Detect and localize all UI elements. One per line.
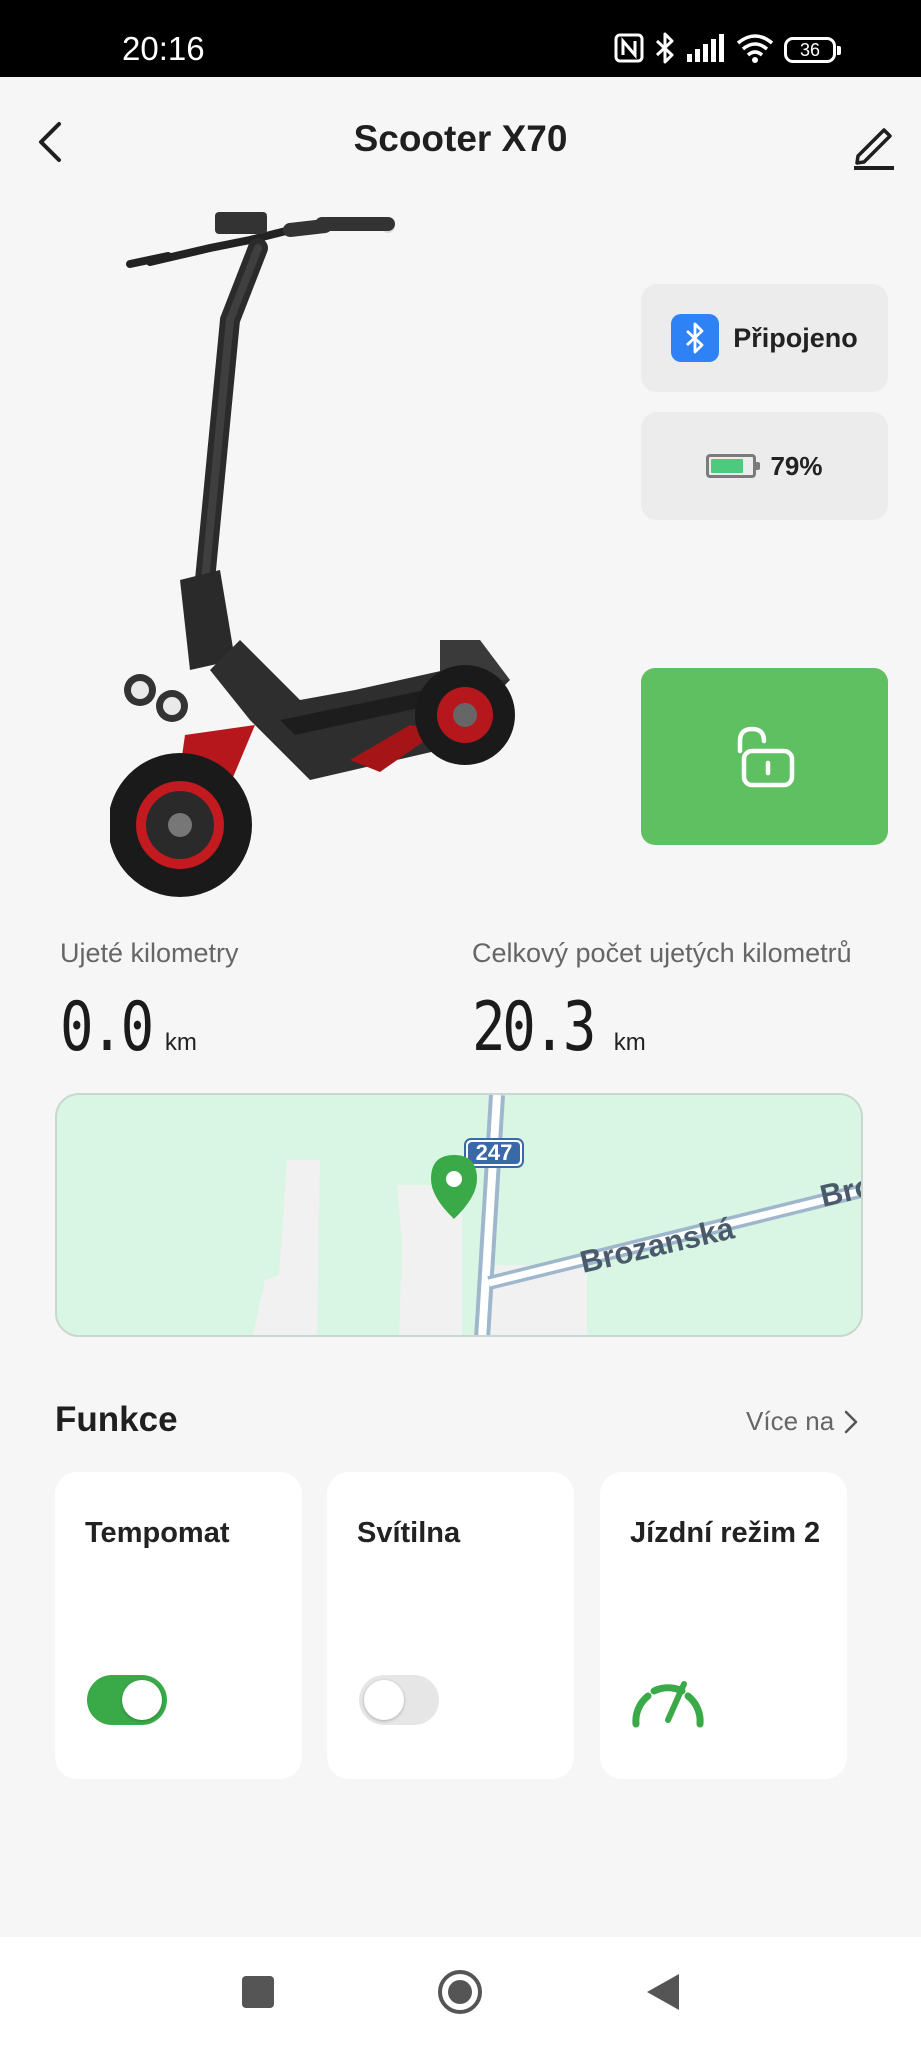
features-title: Funkce xyxy=(55,1400,178,1439)
status-time: 20:16 xyxy=(122,30,205,67)
total-distance-value: 20.3 xyxy=(472,988,596,1067)
pencil-icon xyxy=(854,128,894,170)
toggle-knob xyxy=(364,1680,404,1720)
cruise-control-toggle[interactable] xyxy=(87,1675,167,1725)
connection-status-label: Připojeno xyxy=(733,322,858,353)
battery-status-icon: 36 xyxy=(784,37,841,63)
scooter-image xyxy=(108,200,550,900)
map-canvas: 247 Brozanská Bro xyxy=(57,1095,861,1335)
feature-card-cruise-control[interactable]: Tempomat xyxy=(55,1472,302,1779)
feature-name: Svítilna xyxy=(357,1517,461,1549)
back-button[interactable] xyxy=(26,116,74,168)
back-nav-button[interactable] xyxy=(628,1957,698,2027)
total-distance-unit: km xyxy=(613,1029,646,1056)
bluetooth-status-icon xyxy=(654,32,676,69)
status-icons: 36 xyxy=(614,30,841,70)
speedometer-icon xyxy=(632,1681,704,1728)
feature-card-ride-mode[interactable]: Jízdní režim 2 xyxy=(600,1472,847,1779)
bluetooth-icon xyxy=(671,314,720,362)
system-nav-bar xyxy=(0,1937,921,2048)
battery-status-level: 36 xyxy=(799,39,821,60)
triangle-back-icon xyxy=(647,1974,679,2010)
page-title: Scooter X70 xyxy=(353,118,568,159)
status-bar: 20:16 36 xyxy=(0,0,921,77)
unlock-icon xyxy=(737,726,794,787)
battery-card: 79% xyxy=(641,412,888,520)
light-toggle[interactable] xyxy=(359,1675,439,1725)
wifi-icon xyxy=(736,33,774,68)
trip-distance-value: 0.0 xyxy=(60,988,154,1067)
battery-fill xyxy=(711,459,744,473)
unlock-button[interactable] xyxy=(641,668,888,845)
home-button[interactable] xyxy=(425,1957,495,2027)
circle-icon xyxy=(438,1970,482,2014)
square-icon xyxy=(242,1976,274,2008)
battery-percent: 79% xyxy=(770,450,823,481)
chevron-left-icon xyxy=(39,122,61,162)
trip-distance-label: Ujeté kilometry xyxy=(60,938,239,968)
total-distance-label: Celkový počet ujetých kilometrů xyxy=(472,938,852,968)
total-distance: 20.3 km xyxy=(472,988,646,1067)
road-number: 247 xyxy=(476,1140,513,1165)
recent-apps-button[interactable] xyxy=(223,1957,293,2027)
connection-status-card: Připojeno xyxy=(641,284,888,392)
feature-name: Jízdní režim 2 xyxy=(630,1517,821,1549)
chevron-right-icon xyxy=(844,1410,858,1433)
toggle-knob xyxy=(122,1680,162,1720)
location-map[interactable]: 247 Brozanská Bro xyxy=(55,1093,863,1337)
signal-icon xyxy=(686,33,726,67)
trip-distance-unit: km xyxy=(164,1029,197,1056)
trip-distance: 0.0 km xyxy=(60,988,197,1067)
feature-card-light[interactable]: Svítilna xyxy=(327,1472,574,1779)
more-features-link[interactable]: Více na xyxy=(746,1406,858,1437)
battery-icon xyxy=(706,454,761,478)
edit-button[interactable] xyxy=(848,118,900,170)
more-features-label: Více na xyxy=(746,1406,835,1436)
nfc-icon xyxy=(614,33,644,68)
feature-name: Tempomat xyxy=(85,1517,230,1549)
